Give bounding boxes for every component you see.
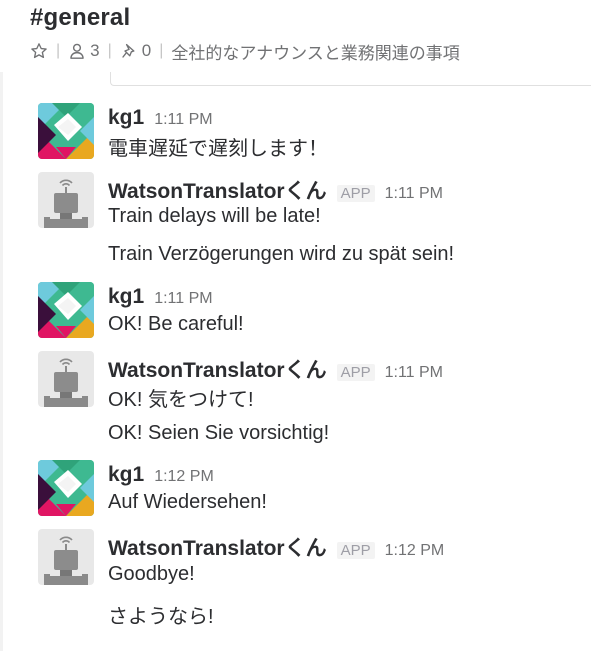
message-text: Train Verzögerungen wird zu spät sein! [108,243,455,265]
message-text: Goodbye! [108,563,195,585]
message-header: WatsonTranslatorくん APP 1:12 PM [108,532,444,562]
sender-name[interactable]: WatsonTranslatorくん [108,354,327,384]
timestamp[interactable]: 1:12 PM [385,542,445,560]
app-badge: APP [336,185,375,202]
message-text: Train delays will be late! [108,205,321,227]
sender-name[interactable]: kg1 [108,106,144,130]
timestamp[interactable]: 1:11 PM [385,364,443,382]
slack-logo-avatar [38,460,94,516]
sender-name[interactable]: WatsonTranslatorくん [108,175,327,205]
sender-name[interactable]: kg1 [108,285,144,309]
app-badge: APP [336,364,375,381]
message-header: WatsonTranslatorくん APP 1:11 PM [108,354,443,384]
slack-logo-avatar [38,103,94,159]
message-header: kg1 1:11 PM [108,106,213,130]
app-badge: APP [336,542,375,559]
message-text: OK! 気をつけて! [108,389,254,411]
message-text: 電車遅延で遅刻します！ [108,138,328,160]
message-list: kg1 1:11 PM 電車遅延で遅刻します！ WatsonTranslator… [0,0,591,651]
robot-avatar-icon [38,172,94,228]
avatar[interactable] [38,172,94,228]
avatar[interactable] [38,282,94,338]
avatar[interactable] [38,529,94,585]
slack-logo-avatar [38,282,94,338]
sender-name[interactable]: WatsonTranslatorくん [108,532,327,562]
message-text: OK! Seien Sie vorsichtig! [108,422,330,444]
robot-avatar-icon [38,529,94,585]
avatar[interactable] [38,351,94,407]
message-header: kg1 1:11 PM [108,285,213,309]
message-header: WatsonTranslatorくん APP 1:11 PM [108,175,443,205]
timestamp[interactable]: 1:12 PM [154,468,214,486]
sender-name[interactable]: kg1 [108,463,144,487]
timestamp[interactable]: 1:11 PM [385,185,443,203]
message-text: OK! Be careful! [108,313,244,335]
message-text: Auf Wiedersehen! [108,491,267,513]
message-text: さようなら! [108,606,214,628]
message-header: kg1 1:12 PM [108,463,214,487]
robot-avatar-icon [38,351,94,407]
avatar[interactable] [38,103,94,159]
timestamp[interactable]: 1:11 PM [154,111,212,129]
timestamp[interactable]: 1:11 PM [154,290,212,308]
avatar[interactable] [38,460,94,516]
